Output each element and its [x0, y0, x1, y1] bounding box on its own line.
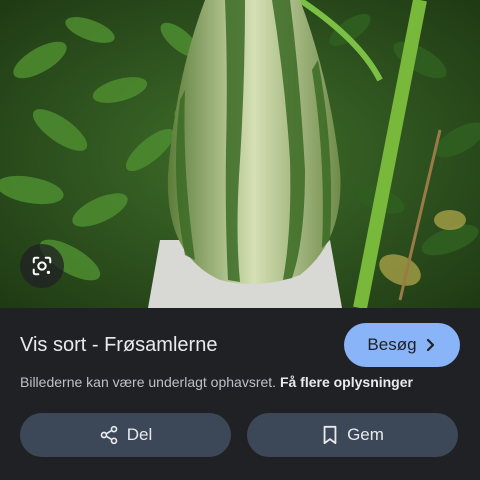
more-info-link[interactable]: Få flere oplysninger — [280, 374, 413, 390]
copyright-notice: Billederne kan være underlagt ophavsret.… — [20, 374, 413, 390]
chevron-right-icon — [425, 338, 437, 352]
save-button[interactable]: Gem — [247, 413, 458, 457]
result-panel: Vis sort - Frøsamlerne Besøg Billederne … — [0, 308, 480, 480]
squash-photo — [0, 0, 480, 308]
save-label: Gem — [347, 425, 384, 444]
copyright-text: Billederne kan være underlagt ophavsret. — [20, 374, 277, 390]
lens-icon — [31, 255, 53, 277]
share-button[interactable]: Del — [20, 413, 231, 457]
result-title[interactable]: Vis sort - Frøsamlerne — [20, 334, 217, 357]
share-label: Del — [126, 425, 153, 444]
result-image[interactable] — [0, 0, 480, 308]
bookmark-icon — [321, 425, 339, 445]
visit-button[interactable]: Besøg — [344, 323, 460, 367]
share-icon — [99, 425, 119, 445]
lens-button[interactable] — [20, 244, 64, 288]
visit-label: Besøg — [367, 335, 417, 354]
